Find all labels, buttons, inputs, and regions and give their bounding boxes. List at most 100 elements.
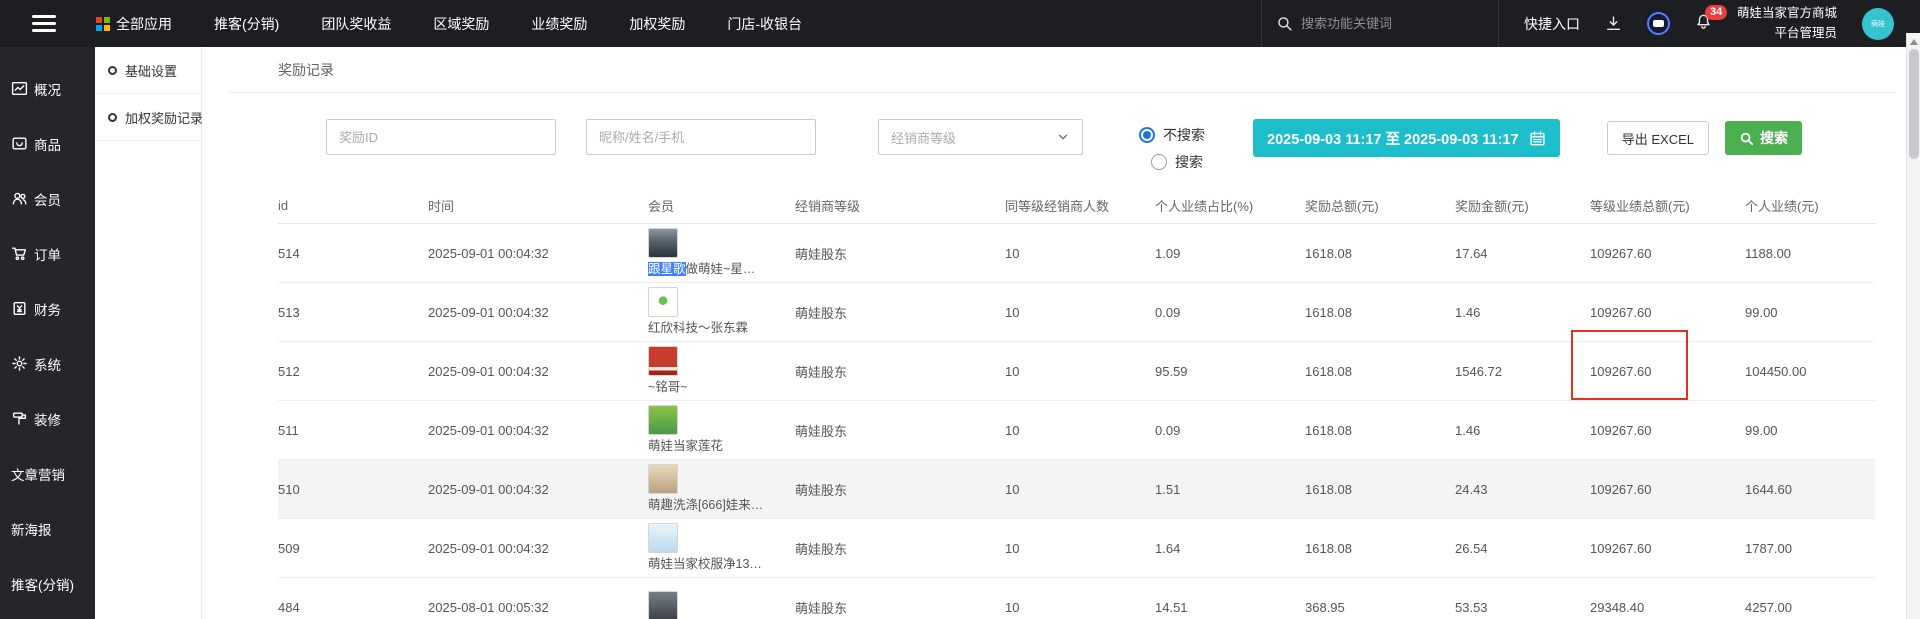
assistant-robot-icon[interactable]: [1647, 12, 1670, 35]
table-row[interactable]: 5132025-09-01 00:04:32红欣科技～张东霖萌娃股东100.09…: [278, 283, 1875, 342]
sidebar-item[interactable]: 系统: [0, 336, 95, 391]
member-name: 跟星歌做萌娃~星…: [648, 261, 787, 277]
sidebar-item[interactable]: 商品: [0, 116, 95, 171]
sidebar-item[interactable]: 推客(分销): [0, 556, 95, 611]
export-excel-button[interactable]: 导出 EXCEL: [1607, 121, 1709, 155]
table-row[interactable]: 5112025-09-01 00:04:32萌娃当家莲花萌娃股东100.0916…: [278, 401, 1875, 460]
nickname-input[interactable]: [586, 119, 816, 155]
radio-no-search-label: 不搜索: [1163, 125, 1205, 145]
sidebar-item-label: 概况: [34, 79, 61, 99]
column-header: 个人业绩(元): [1745, 196, 1875, 215]
vertical-scrollbar[interactable]: [1906, 33, 1920, 619]
app-body: 概况商品会员订单财务系统装修文章营销新海报推客(分销) 基础设置加权奖励记录 奖…: [0, 47, 1920, 619]
table-row[interactable]: 5092025-09-01 00:04:32萌娃当家校服净13…萌娃股东101.…: [278, 519, 1875, 578]
cell-time: 2025-09-01 00:04:32: [428, 423, 648, 438]
table-row[interactable]: 4842025-08-01 00:05:32萌娃股东1014.51368.955…: [278, 578, 1875, 619]
sidebar-item[interactable]: 装修: [0, 391, 95, 446]
cell-performance-ratio: 14.51: [1155, 600, 1305, 615]
cell-member[interactable]: ~铭哥~: [648, 346, 795, 395]
cell-member[interactable]: 萌娃当家校服净13…: [648, 523, 795, 572]
member-avatar: [648, 591, 678, 619]
sidebar-item[interactable]: 新海报: [0, 501, 95, 556]
topnav-item[interactable]: 业绩奖励: [531, 14, 587, 34]
user-avatar[interactable]: 萌娃: [1862, 8, 1894, 40]
topnav-item[interactable]: 门店-收银台: [727, 14, 802, 34]
radio-no-search[interactable]: 不搜索: [1139, 125, 1205, 145]
topnav-item[interactable]: 全部应用: [96, 14, 172, 34]
overview-icon: [11, 80, 28, 97]
dealer-level-select[interactable]: 经销商等级: [878, 119, 1083, 155]
cell-id: 513: [278, 305, 428, 320]
cell-reward-amount: 1546.72: [1455, 364, 1590, 379]
sidebar-item-label: 订单: [34, 244, 61, 264]
topnav-item[interactable]: 区域奖励: [433, 14, 489, 34]
order-icon: [11, 245, 28, 262]
radio-search-label: 搜索: [1175, 152, 1203, 172]
topnav-item[interactable]: 推客(分销): [214, 14, 279, 34]
topnav-label: 推客(分销): [214, 14, 279, 34]
search-button-icon: [1739, 131, 1754, 146]
table-header: id时间会员经销商等级同等级经销商人数个人业绩占比(%)奖励总额(元)奖励金额(…: [278, 188, 1875, 224]
cell-personal-performance: 99.00: [1745, 305, 1875, 320]
topnav-item[interactable]: 加权奖励: [629, 14, 685, 34]
cell-performance-ratio: 95.59: [1155, 364, 1305, 379]
column-header: 等级业绩总额(元): [1590, 196, 1745, 215]
hamburger-menu-icon[interactable]: [32, 15, 56, 32]
column-header: 经销商等级: [795, 196, 1005, 215]
cell-reward-amount: 26.54: [1455, 541, 1590, 556]
cell-personal-performance: 4257.00: [1745, 600, 1875, 615]
sidebar-item[interactable]: 概况: [0, 61, 95, 116]
search-icon: [1276, 15, 1293, 32]
rewards-table: id时间会员经销商等级同等级经销商人数个人业绩占比(%)奖励总额(元)奖励金额(…: [278, 188, 1875, 619]
radio-no-search-circle[interactable]: [1139, 127, 1155, 143]
cell-time: 2025-09-01 00:04:32: [428, 305, 648, 320]
sidebar-item[interactable]: 会员: [0, 171, 95, 226]
table-row[interactable]: 5102025-09-01 00:04:32萌趣洗涤[666]娃来…萌娃股东10…: [278, 460, 1875, 519]
member-name: 红欣科技～张东霖: [648, 320, 787, 336]
table-body: 514 2025-09-01 00:04:32 跟星歌做萌娃~星… 萌娃股东 10 1.0…: [278, 224, 1875, 619]
submenu-item-label: 加权奖励记录: [125, 108, 203, 127]
table-row[interactable]: 5142025-09-01 00:04:32跟星歌做萌娃~星…萌娃股东101.0…: [278, 224, 1875, 283]
date-range-button[interactable]: 2025-09-03 11:17 至 2025-09-03 11:17: [1253, 119, 1560, 157]
cell-member[interactable]: 红欣科技～张东霖: [648, 287, 795, 336]
sidebar-item[interactable]: 文章营销: [0, 446, 95, 501]
member-name: 萌娃当家校服净13…: [648, 556, 787, 572]
topnav-label: 门店-收银台: [727, 14, 802, 34]
reward-id-input[interactable]: [326, 119, 556, 155]
quick-entry-link[interactable]: 快捷入口: [1524, 14, 1580, 34]
cell-dealer-level: 萌娃股东: [795, 480, 1005, 499]
cell-id: 514: [278, 246, 428, 261]
date-range-text: 2025-09-03 11:17 至 2025-09-03 11:17: [1267, 128, 1519, 149]
table-row[interactable]: 5122025-09-01 00:04:32~铭哥~萌娃股东1095.59161…: [278, 342, 1875, 401]
sidebar-item[interactable]: 订单: [0, 226, 95, 281]
radio-search-circle[interactable]: [1151, 154, 1167, 170]
column-header: 时间: [428, 196, 648, 215]
submenu-item[interactable]: 基础设置: [95, 47, 201, 94]
shop-name: 萌娃当家官方商城: [1737, 4, 1837, 23]
topnav-item[interactable]: 团队奖收益: [321, 14, 391, 34]
topbar: 全部应用 推客(分销) 团队奖收益 区域奖励 业绩奖励 加权奖励 门店-收银台 快捷入口 3…: [0, 0, 1920, 47]
search-button[interactable]: 搜索: [1725, 121, 1802, 155]
sidebar-item[interactable]: 财务: [0, 281, 95, 336]
notification-bell[interactable]: 34: [1695, 13, 1712, 35]
cell-reward-total: 1618.08: [1305, 423, 1455, 438]
scrollbar-thumb[interactable]: [1909, 49, 1919, 159]
cell-reward-amount: 17.64: [1455, 246, 1590, 261]
cell-member[interactable]: 萌趣洗涤[666]娃来…: [648, 464, 795, 513]
cell-peer-count: 10: [1005, 364, 1155, 379]
cell-time: 2025-09-01 00:04:32: [428, 482, 648, 497]
cell-id: 484: [278, 600, 428, 615]
cell-reward-amount: 53.53: [1455, 600, 1590, 615]
scroll-up-arrow[interactable]: [1910, 39, 1918, 45]
topbar-nav: 全部应用 推客(分销) 团队奖收益 区域奖励 业绩奖励 加权奖励 门店-收银台: [96, 14, 802, 34]
cell-performance-ratio: 1.09: [1155, 246, 1305, 261]
cell-member[interactable]: [648, 591, 795, 619]
search-input[interactable]: [1301, 16, 1471, 31]
cell-member[interactable]: 跟星歌做萌娃~星…: [648, 228, 795, 277]
radio-search[interactable]: 搜索: [1151, 152, 1205, 172]
member-avatar: [648, 228, 678, 258]
member-avatar: [648, 464, 678, 494]
cell-member[interactable]: 萌娃当家莲花: [648, 405, 795, 454]
submenu-item[interactable]: 加权奖励记录: [95, 94, 201, 141]
download-icon[interactable]: [1605, 15, 1622, 32]
